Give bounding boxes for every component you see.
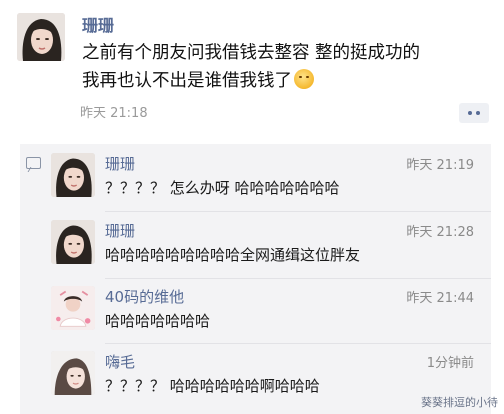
moments-post: 珊珊 之前有个朋友问我借钱去整容 整的挺成功的 我再也认不出是谁借我钱了 昨天 … (0, 0, 504, 140)
post-content: 之前有个朋友问我借钱去整容 整的挺成功的 我再也认不出是谁借我钱了 (82, 39, 487, 95)
smile-emoji-icon (294, 69, 314, 89)
post-text-line1: 之前有个朋友问我借钱去整容 整的挺成功的 (82, 43, 421, 63)
comment-item[interactable]: 珊珊 昨天 21:19 ？？？？ 怎么办呀 哈哈哈哈哈哈哈 (20, 153, 491, 215)
commenter-name[interactable]: 嗨毛 (105, 351, 135, 372)
comment-item[interactable]: 40码的维他 昨天 21:44 哈哈哈哈哈哈哈 (20, 286, 491, 348)
commenter-name[interactable]: 珊珊 (105, 153, 135, 174)
author-avatar[interactable] (17, 13, 65, 61)
comment-section: 珊珊 昨天 21:19 ？？？？ 怎么办呀 哈哈哈哈哈哈哈 珊珊 昨天 21:2… (20, 144, 491, 414)
comment-text: 哈哈哈哈哈哈哈 (105, 312, 211, 330)
comment-timestamp: 昨天 21:19 (406, 158, 474, 173)
comment-divider (105, 278, 491, 279)
post-timestamp: 昨天 21:18 (80, 106, 148, 121)
comment-divider (105, 343, 491, 344)
comment-text: 哈哈哈哈哈哈哈哈哈全网通缉这位胖友 (105, 246, 361, 264)
more-options-button[interactable] (459, 103, 489, 123)
comment-text: ？？？？ 怎么办呀 哈哈哈哈哈哈哈 (105, 179, 340, 197)
post-text-line2-text: 我再也认不出是谁借我钱了 (82, 71, 292, 91)
comment-divider (105, 211, 491, 212)
comment-timestamp: 昨天 21:28 (406, 225, 474, 240)
comment-timestamp: 昨天 21:44 (406, 291, 474, 306)
post-author-name[interactable]: 珊珊 (82, 12, 114, 36)
post-text-line2: 我再也认不出是谁借我钱了 (82, 67, 487, 95)
comment-timestamp: 1分钟前 (426, 356, 474, 371)
comment-text: ？？？？ 哈哈哈哈哈哈啊哈哈哈 (105, 377, 320, 395)
commenter-avatar[interactable] (51, 286, 95, 330)
commenter-name[interactable]: 珊珊 (105, 220, 135, 241)
commenter-avatar[interactable] (51, 153, 95, 197)
commenter-name[interactable]: 40码的维他 (105, 286, 184, 307)
comment-item[interactable]: 珊珊 昨天 21:28 哈哈哈哈哈哈哈哈哈全网通缉这位胖友 (20, 220, 491, 282)
comment-item[interactable]: 嗨毛 1分钟前 ？？？？ 哈哈哈哈哈哈啊哈哈哈 (20, 351, 491, 413)
commenter-avatar[interactable] (51, 220, 95, 264)
commenter-avatar[interactable] (51, 351, 95, 395)
